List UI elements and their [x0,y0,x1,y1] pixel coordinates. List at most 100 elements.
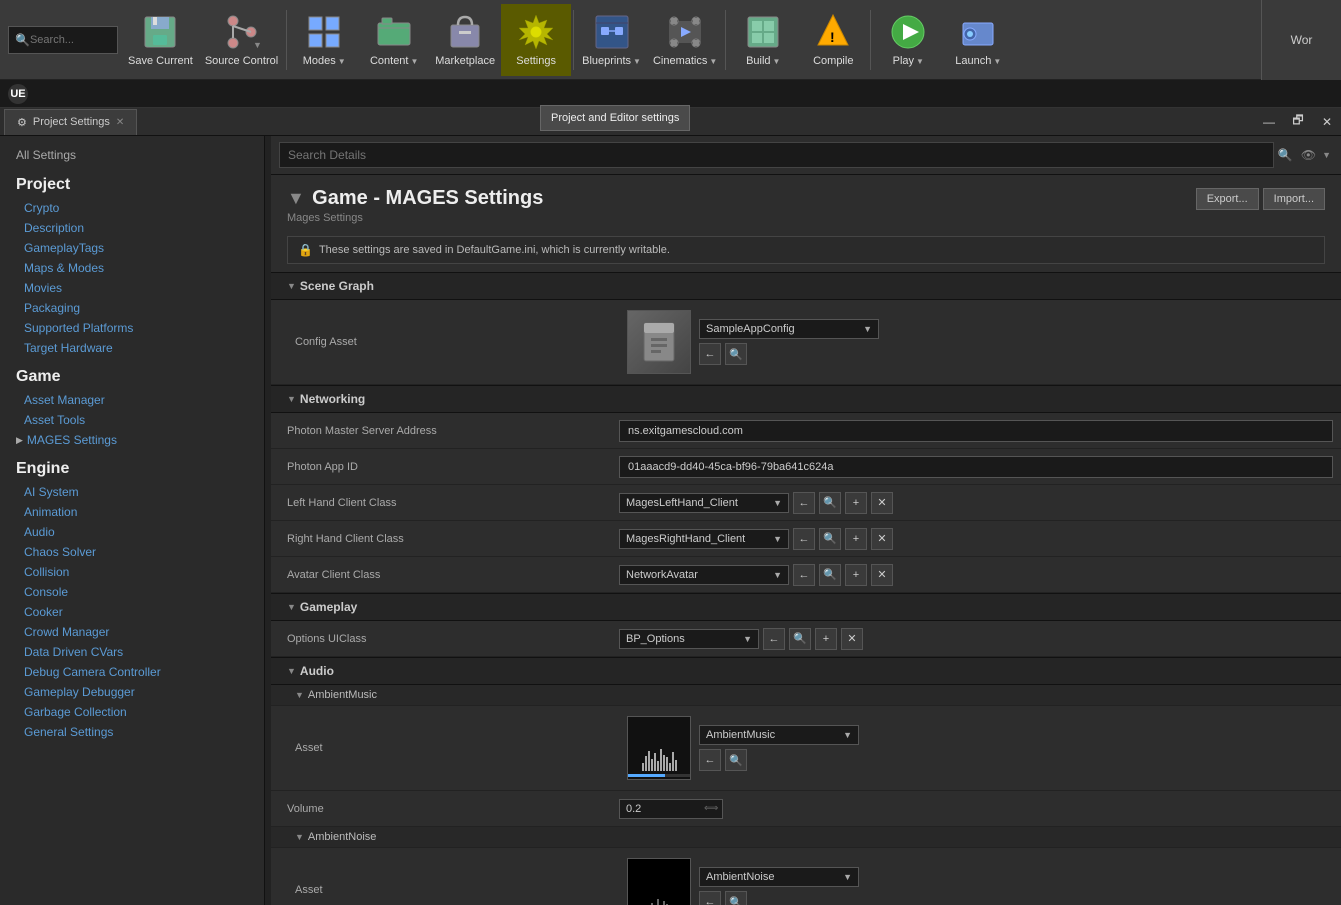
section-header-audio[interactable]: ▼ Audio [271,657,1341,685]
sidebar-item-maps-modes[interactable]: Maps & Modes [0,258,264,278]
sidebar-item-chaos-solver[interactable]: Chaos Solver [0,542,264,562]
subsection-header-ambient-noise[interactable]: ▼ AmbientNoise [271,827,1341,848]
sidebar-item-supported-platforms[interactable]: Supported Platforms [0,318,264,338]
sidebar-all-settings[interactable]: All Settings [0,144,264,166]
sidebar-item-garbage-collection[interactable]: Garbage Collection [0,702,264,722]
content-button[interactable]: Content ▼ [359,4,429,76]
avatar-navigate-button[interactable]: ← [793,564,815,586]
sidebar-item-mages-settings[interactable]: ▶ MAGES Settings [0,430,264,450]
photon-server-input[interactable] [619,420,1333,442]
sidebar-item-debug-camera-controller[interactable]: Debug Camera Controller [0,662,264,682]
left-hand-clear-button[interactable]: ✕ [871,492,893,514]
eye-icon[interactable]: 👁 [1297,148,1320,162]
options-navigate-button[interactable]: ← [763,628,785,650]
right-hand-client-dropdown[interactable]: MagesRightHand_Client ▼ [619,529,789,549]
photon-app-id-row: Photon App ID [271,449,1341,485]
compile-button[interactable]: ! Compile [798,4,868,76]
right-hand-navigate-button[interactable]: ← [793,528,815,550]
sidebar-item-animation[interactable]: Animation [0,502,264,522]
play-button[interactable]: Play ▼ [873,4,943,76]
tab-gear-icon: ⚙ [17,116,27,129]
section-collapse-arrow[interactable]: ▼ [287,188,305,208]
settings-button[interactable]: Settings [501,4,571,76]
right-hand-search-button[interactable]: 🔍 [819,528,841,550]
sidebar-item-crypto[interactable]: Crypto [0,198,264,218]
config-navigate-back-button[interactable]: ← [699,343,721,365]
sidebar-item-data-driven-cvars[interactable]: Data Driven CVars [0,642,264,662]
sidebar-item-collision[interactable]: Collision [0,562,264,582]
modes-button[interactable]: Modes ▼ [289,4,359,76]
sidebar-item-gameplay-tags[interactable]: GameplayTags [0,238,264,258]
page-title-area: ▼ Game - MAGES Settings Export... Import… [271,175,1341,210]
marketplace-button[interactable]: Marketplace [429,4,501,76]
export-button[interactable]: Export... [1196,188,1259,210]
content-search-input[interactable] [279,142,1274,168]
minimize-button[interactable]: — [1255,108,1283,136]
avatar-add-button[interactable]: + [845,564,867,586]
cinematics-label: Cinematics [653,55,707,67]
number-drag-handle[interactable]: ⟺ [700,803,722,814]
sidebar-item-movies[interactable]: Movies [0,278,264,298]
sidebar-item-packaging[interactable]: Packaging [0,298,264,318]
chevron-down-icon[interactable]: ▼ [1320,150,1333,160]
sidebar-item-asset-tools[interactable]: Asset Tools [0,410,264,430]
close-button[interactable]: ✕ [1313,108,1341,136]
sidebar-item-ai-system[interactable]: AI System [0,482,264,502]
subsection-header-ambient-music[interactable]: ▼ AmbientMusic [271,685,1341,706]
audio-progress-bar [628,774,690,777]
build-button[interactable]: Build ▼ [728,4,798,76]
left-hand-search-button[interactable]: 🔍 [819,492,841,514]
sidebar-item-cooker[interactable]: Cooker [0,602,264,622]
ambient-music-asset-controls: AmbientMusic ▼ ← 🔍 [699,725,859,771]
sidebar-item-crowd-manager[interactable]: Crowd Manager [0,622,264,642]
ambient-noise-dropdown[interactable]: AmbientNoise ▼ [699,867,859,887]
sidebar-item-audio[interactable]: Audio [0,522,264,542]
source-control-button[interactable]: ▼ Source Control [199,4,284,76]
right-hand-clear-button[interactable]: ✕ [871,528,893,550]
ambient-music-dropdown[interactable]: AmbientMusic ▼ [699,725,859,745]
options-clear-button[interactable]: ✕ [841,628,863,650]
avatar-search-button[interactable]: 🔍 [819,564,841,586]
options-add-button[interactable]: + [815,628,837,650]
toolbar-search-input[interactable] [30,34,110,46]
waveform-bar [663,901,665,905]
ambient-music-navigate-button[interactable]: ← [699,749,721,771]
sidebar-item-asset-manager[interactable]: Asset Manager [0,390,264,410]
ambient-noise-search-button[interactable]: 🔍 [725,891,747,905]
config-search-button[interactable]: 🔍 [725,343,747,365]
photon-app-id-input[interactable] [619,456,1333,478]
save-current-button[interactable]: Save Current [122,4,199,76]
sidebar-item-target-hardware[interactable]: Target Hardware [0,338,264,358]
launch-button[interactable]: Launch ▼ [943,4,1013,76]
blueprints-button[interactable]: Blueprints ▼ [576,4,647,76]
project-settings-tab[interactable]: ⚙ Project Settings ✕ [4,109,137,135]
avatar-clear-button[interactable]: ✕ [871,564,893,586]
ambient-noise-navigate-button[interactable]: ← [699,891,721,905]
avatar-client-dropdown[interactable]: NetworkAvatar ▼ [619,565,789,585]
cinematics-button[interactable]: Cinematics ▼ [647,4,723,76]
section-header-gameplay[interactable]: ▼ Gameplay [271,593,1341,621]
ambient-music-volume-control: ⟺ [611,795,1341,823]
options-uiclass-row: Options UIClass BP_Options ▼ ← 🔍 + ✕ [271,621,1341,657]
options-search-button[interactable]: 🔍 [789,628,811,650]
ambient-music-search-button[interactable]: 🔍 [725,749,747,771]
left-hand-navigate-button[interactable]: ← [793,492,815,514]
sidebar-item-description[interactable]: Description [0,218,264,238]
right-hand-add-button[interactable]: + [845,528,867,550]
expand-arrow-icon: ▶ [16,435,23,446]
section-header-networking[interactable]: ▼ Networking [271,385,1341,413]
tab-close-button[interactable]: ✕ [116,117,124,128]
volume-input[interactable] [620,800,700,818]
section-header-scene-graph[interactable]: ▼ Scene Graph [271,272,1341,300]
photon-app-id-label: Photon App ID [271,455,611,479]
sidebar-item-general-settings[interactable]: General Settings [0,722,264,742]
content-area: 🔍 👁 ▼ ▼ Game - MAGES Settings Export... … [271,136,1341,905]
options-uiclass-dropdown[interactable]: BP_Options ▼ [619,629,759,649]
sidebar-item-console[interactable]: Console [0,582,264,602]
import-button[interactable]: Import... [1263,188,1325,210]
left-hand-add-button[interactable]: + [845,492,867,514]
config-asset-dropdown[interactable]: SampleAppConfig ▼ [699,319,879,339]
left-hand-client-dropdown[interactable]: MagesLeftHand_Client ▼ [619,493,789,513]
restore-button[interactable]: 🗗 [1284,108,1312,136]
sidebar-item-gameplay-debugger[interactable]: Gameplay Debugger [0,682,264,702]
